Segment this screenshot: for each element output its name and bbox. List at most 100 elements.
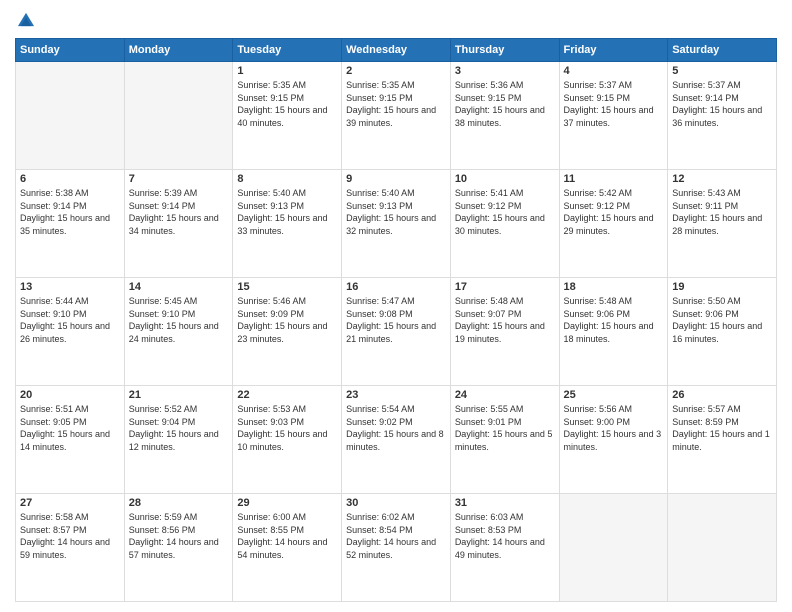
cell-info: Sunrise: 5:59 AM Sunset: 8:56 PM Dayligh… [129,511,229,561]
cell-info: Sunrise: 5:57 AM Sunset: 8:59 PM Dayligh… [672,403,772,453]
calendar-cell: 3 Sunrise: 5:36 AM Sunset: 9:15 PM Dayli… [450,62,559,170]
cell-info: Sunrise: 5:45 AM Sunset: 9:10 PM Dayligh… [129,295,229,345]
cell-info: Sunrise: 6:03 AM Sunset: 8:53 PM Dayligh… [455,511,555,561]
cell-info: Sunrise: 5:37 AM Sunset: 9:14 PM Dayligh… [672,79,772,129]
cell-info: Sunrise: 5:52 AM Sunset: 9:04 PM Dayligh… [129,403,229,453]
calendar-cell: 24 Sunrise: 5:55 AM Sunset: 9:01 PM Dayl… [450,386,559,494]
calendar-header-row: SundayMondayTuesdayWednesdayThursdayFrid… [16,39,777,62]
header [15,10,777,32]
day-number: 19 [672,281,772,293]
cell-info: Sunrise: 5:50 AM Sunset: 9:06 PM Dayligh… [672,295,772,345]
calendar-cell: 13 Sunrise: 5:44 AM Sunset: 9:10 PM Dayl… [16,278,125,386]
weekday-header-thursday: Thursday [450,39,559,62]
calendar-cell: 1 Sunrise: 5:35 AM Sunset: 9:15 PM Dayli… [233,62,342,170]
day-number: 24 [455,389,555,401]
day-number: 18 [564,281,664,293]
weekday-header-monday: Monday [124,39,233,62]
cell-info: Sunrise: 5:41 AM Sunset: 9:12 PM Dayligh… [455,187,555,237]
calendar-cell: 23 Sunrise: 5:54 AM Sunset: 9:02 PM Dayl… [342,386,451,494]
day-number: 30 [346,497,446,509]
day-number: 22 [237,389,337,401]
day-number: 5 [672,65,772,77]
day-number: 7 [129,173,229,185]
day-number: 26 [672,389,772,401]
cell-info: Sunrise: 5:48 AM Sunset: 9:06 PM Dayligh… [564,295,664,345]
calendar-body: 1 Sunrise: 5:35 AM Sunset: 9:15 PM Dayli… [16,62,777,602]
calendar-cell: 22 Sunrise: 5:53 AM Sunset: 9:03 PM Dayl… [233,386,342,494]
cell-info: Sunrise: 5:38 AM Sunset: 9:14 PM Dayligh… [20,187,120,237]
cell-info: Sunrise: 5:46 AM Sunset: 9:09 PM Dayligh… [237,295,337,345]
calendar-cell: 8 Sunrise: 5:40 AM Sunset: 9:13 PM Dayli… [233,170,342,278]
weekday-header-sunday: Sunday [16,39,125,62]
day-number: 8 [237,173,337,185]
day-number: 29 [237,497,337,509]
day-number: 9 [346,173,446,185]
day-number: 23 [346,389,446,401]
cell-info: Sunrise: 5:54 AM Sunset: 9:02 PM Dayligh… [346,403,446,453]
logo [15,10,41,32]
cell-info: Sunrise: 6:02 AM Sunset: 8:54 PM Dayligh… [346,511,446,561]
calendar-cell: 11 Sunrise: 5:42 AM Sunset: 9:12 PM Dayl… [559,170,668,278]
calendar-cell: 27 Sunrise: 5:58 AM Sunset: 8:57 PM Dayl… [16,494,125,602]
day-number: 10 [455,173,555,185]
cell-info: Sunrise: 5:44 AM Sunset: 9:10 PM Dayligh… [20,295,120,345]
day-number: 14 [129,281,229,293]
cell-info: Sunrise: 6:00 AM Sunset: 8:55 PM Dayligh… [237,511,337,561]
weekday-header-tuesday: Tuesday [233,39,342,62]
calendar-week-3: 13 Sunrise: 5:44 AM Sunset: 9:10 PM Dayl… [16,278,777,386]
day-number: 1 [237,65,337,77]
weekday-header-wednesday: Wednesday [342,39,451,62]
cell-info: Sunrise: 5:35 AM Sunset: 9:15 PM Dayligh… [346,79,446,129]
calendar-cell: 15 Sunrise: 5:46 AM Sunset: 9:09 PM Dayl… [233,278,342,386]
calendar-cell [668,494,777,602]
day-number: 25 [564,389,664,401]
cell-info: Sunrise: 5:48 AM Sunset: 9:07 PM Dayligh… [455,295,555,345]
calendar-cell [124,62,233,170]
cell-info: Sunrise: 5:53 AM Sunset: 9:03 PM Dayligh… [237,403,337,453]
day-number: 17 [455,281,555,293]
calendar-cell: 4 Sunrise: 5:37 AM Sunset: 9:15 PM Dayli… [559,62,668,170]
cell-info: Sunrise: 5:47 AM Sunset: 9:08 PM Dayligh… [346,295,446,345]
calendar-cell: 16 Sunrise: 5:47 AM Sunset: 9:08 PM Dayl… [342,278,451,386]
day-number: 21 [129,389,229,401]
calendar-cell: 18 Sunrise: 5:48 AM Sunset: 9:06 PM Dayl… [559,278,668,386]
day-number: 6 [20,173,120,185]
calendar-cell: 28 Sunrise: 5:59 AM Sunset: 8:56 PM Dayl… [124,494,233,602]
day-number: 3 [455,65,555,77]
calendar-cell: 6 Sunrise: 5:38 AM Sunset: 9:14 PM Dayli… [16,170,125,278]
cell-info: Sunrise: 5:40 AM Sunset: 9:13 PM Dayligh… [346,187,446,237]
calendar-table: SundayMondayTuesdayWednesdayThursdayFrid… [15,38,777,602]
calendar-week-2: 6 Sunrise: 5:38 AM Sunset: 9:14 PM Dayli… [16,170,777,278]
day-number: 20 [20,389,120,401]
cell-info: Sunrise: 5:35 AM Sunset: 9:15 PM Dayligh… [237,79,337,129]
day-number: 13 [20,281,120,293]
calendar-week-4: 20 Sunrise: 5:51 AM Sunset: 9:05 PM Dayl… [16,386,777,494]
calendar-cell: 26 Sunrise: 5:57 AM Sunset: 8:59 PM Dayl… [668,386,777,494]
calendar-cell: 7 Sunrise: 5:39 AM Sunset: 9:14 PM Dayli… [124,170,233,278]
cell-info: Sunrise: 5:58 AM Sunset: 8:57 PM Dayligh… [20,511,120,561]
day-number: 12 [672,173,772,185]
day-number: 15 [237,281,337,293]
calendar-cell: 17 Sunrise: 5:48 AM Sunset: 9:07 PM Dayl… [450,278,559,386]
calendar-cell: 29 Sunrise: 6:00 AM Sunset: 8:55 PM Dayl… [233,494,342,602]
calendar-cell: 20 Sunrise: 5:51 AM Sunset: 9:05 PM Dayl… [16,386,125,494]
cell-info: Sunrise: 5:42 AM Sunset: 9:12 PM Dayligh… [564,187,664,237]
day-number: 4 [564,65,664,77]
calendar-cell: 31 Sunrise: 6:03 AM Sunset: 8:53 PM Dayl… [450,494,559,602]
calendar-week-5: 27 Sunrise: 5:58 AM Sunset: 8:57 PM Dayl… [16,494,777,602]
day-number: 2 [346,65,446,77]
calendar-cell [16,62,125,170]
day-number: 27 [20,497,120,509]
cell-info: Sunrise: 5:51 AM Sunset: 9:05 PM Dayligh… [20,403,120,453]
calendar-cell: 5 Sunrise: 5:37 AM Sunset: 9:14 PM Dayli… [668,62,777,170]
calendar-week-1: 1 Sunrise: 5:35 AM Sunset: 9:15 PM Dayli… [16,62,777,170]
cell-info: Sunrise: 5:37 AM Sunset: 9:15 PM Dayligh… [564,79,664,129]
calendar-cell [559,494,668,602]
weekday-header-saturday: Saturday [668,39,777,62]
cell-info: Sunrise: 5:55 AM Sunset: 9:01 PM Dayligh… [455,403,555,453]
calendar-cell: 30 Sunrise: 6:02 AM Sunset: 8:54 PM Dayl… [342,494,451,602]
calendar-cell: 10 Sunrise: 5:41 AM Sunset: 9:12 PM Dayl… [450,170,559,278]
calendar-cell: 19 Sunrise: 5:50 AM Sunset: 9:06 PM Dayl… [668,278,777,386]
day-number: 16 [346,281,446,293]
day-number: 28 [129,497,229,509]
